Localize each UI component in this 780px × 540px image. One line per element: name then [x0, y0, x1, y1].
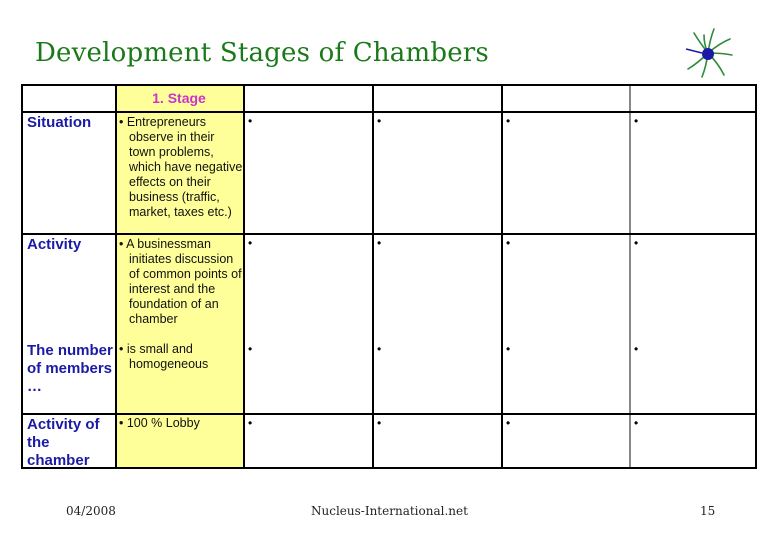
- column-divider: [372, 86, 374, 467]
- situation-stage2-bullet: •: [248, 114, 253, 128]
- row-divider: [23, 111, 755, 113]
- chamber-activity-stage4-bullet: •: [506, 416, 511, 430]
- sunburst-logo-icon: [685, 28, 733, 78]
- activity-stage5-bullet: •: [634, 236, 639, 250]
- activity-stage2-bullet: •: [248, 236, 253, 250]
- row-label-situation: Situation: [27, 114, 92, 131]
- row-divider: [23, 413, 755, 415]
- chamber-activity-stage5-bullet: •: [634, 416, 639, 430]
- situation-stage3-bullet: •: [377, 114, 382, 128]
- row-divider: [23, 233, 755, 235]
- stage1-header: 1. Stage: [152, 90, 206, 106]
- activity-stage4-bullet: •: [506, 236, 511, 250]
- members-stage2-bullet: •: [248, 342, 253, 356]
- chamber-activity-stage2-bullet: •: [248, 416, 253, 430]
- chamber-activity-stage3-bullet: •: [377, 416, 382, 430]
- activity-stage3-bullet: •: [377, 236, 382, 250]
- column-divider: [629, 86, 631, 467]
- members-stage3-bullet: •: [377, 342, 382, 356]
- row-label-activity-of-chamber: Activity of the chamber: [27, 416, 100, 469]
- slide-title: Development Stages of Chambers: [35, 38, 489, 68]
- situation-stage1-text: • Entrepreneurs observe in their town pr…: [119, 115, 243, 219]
- column-divider: [501, 86, 503, 467]
- row-label-number-of-members: The number of members …: [27, 342, 113, 395]
- column-divider: [243, 86, 245, 467]
- stages-table: 1. Stage Situation • Entrepreneurs obser…: [21, 84, 757, 469]
- members-stage5-bullet: •: [634, 342, 639, 356]
- footer-date: 04/2008: [66, 504, 116, 518]
- members-stage1-text: • is small and homogeneous: [119, 342, 209, 371]
- situation-stage5-bullet: •: [634, 114, 639, 128]
- footer-site: Nucleus-International.net: [311, 504, 468, 518]
- situation-stage4-bullet: •: [506, 114, 511, 128]
- row-label-activity: Activity: [27, 236, 82, 253]
- footer-page-number: 15: [700, 504, 716, 518]
- chamber-activity-stage1-text: • 100 % Lobby: [119, 416, 200, 430]
- members-stage4-bullet: •: [506, 342, 511, 356]
- activity-stage1-text: • A businessman initiates discussion of …: [119, 237, 242, 326]
